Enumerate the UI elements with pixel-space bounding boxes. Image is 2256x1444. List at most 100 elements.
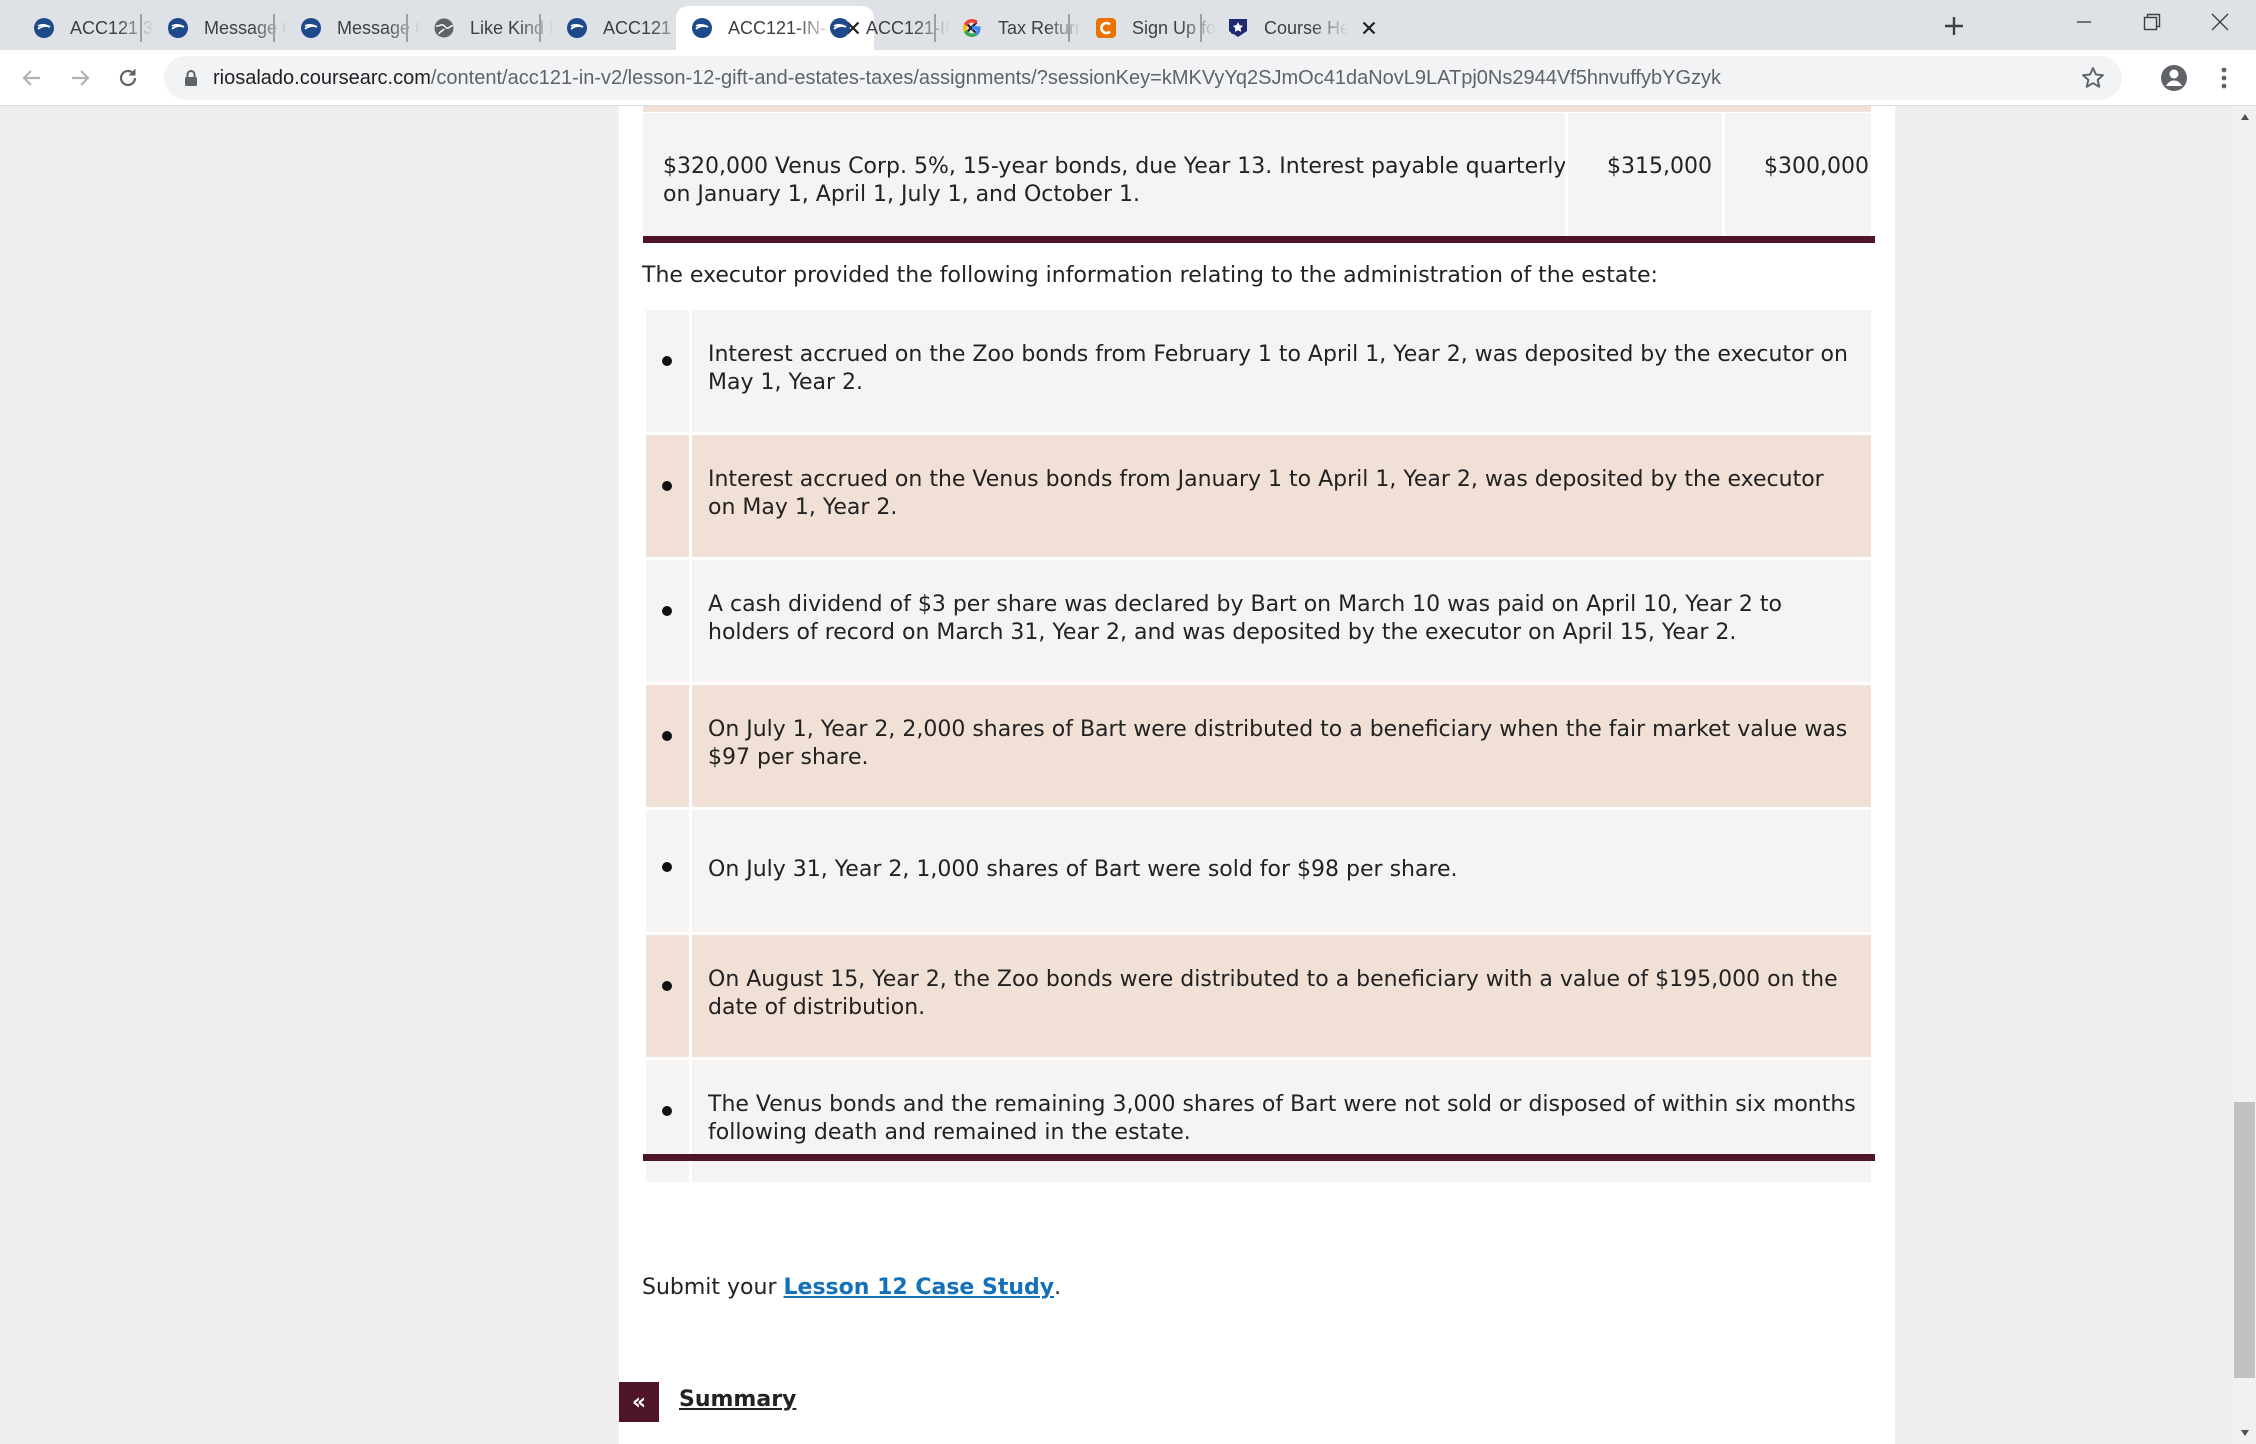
list-item-text: On July 1, Year 2, 2,000 shares of Bart …: [708, 717, 1848, 770]
list-item-text: Interest accrued on the Venus bonds from…: [708, 467, 1824, 520]
profile-button[interactable]: [2156, 60, 2192, 96]
menu-button[interactable]: [2206, 60, 2242, 96]
list-item-text: The Venus bonds and the remaining 3,000 …: [708, 1092, 1856, 1145]
bullet-icon: [662, 356, 672, 366]
bond-description: $320,000 Venus Corp. 5%, 15-year bonds, …: [663, 154, 1567, 207]
bullet-cell: [646, 810, 692, 932]
tab-label: ACC121-IN-: [866, 17, 950, 39]
course-swirl-icon: [828, 16, 852, 40]
course-swirl-icon: [166, 16, 190, 40]
page-viewport: $320,000 Venus Corp. 5%, 15-year bonds, …: [0, 106, 2233, 1444]
case-study-link[interactable]: Lesson 12 Case Study: [784, 1275, 1055, 1300]
intro-paragraph: The executor provided the following info…: [642, 263, 1658, 288]
arrow-right-icon: [72, 70, 90, 86]
arrow-left-icon: [22, 70, 40, 86]
kebab-menu-icon: [2221, 67, 2227, 89]
google-icon: [960, 16, 984, 40]
list-item-text: On August 15, Year 2, the Zoo bonds were…: [708, 967, 1838, 1020]
tab-strip: ACC121 326 Message Ce Message Ce Like Kind …: [0, 0, 2256, 50]
list-item-text: A cash dividend of $3 per share was decl…: [708, 592, 1782, 645]
bullet-icon: [662, 862, 672, 872]
list-bottom-rule: [643, 1154, 1875, 1161]
submit-prefix: Submit your: [642, 1275, 784, 1300]
url-text: riosalado.coursearc.com/content/acc121-i…: [213, 56, 1721, 100]
prev-page-button[interactable]: «: [619, 1382, 659, 1422]
prev-page-link[interactable]: Summary: [679, 1386, 796, 1414]
submit-paragraph: Submit your Lesson 12 Case Study.: [642, 1274, 1061, 1302]
scroll-up-arrow[interactable]: [2233, 108, 2256, 126]
submit-suffix: .: [1054, 1275, 1062, 1300]
list-item-text: Interest accrued on the Zoo bonds from F…: [708, 342, 1848, 395]
plus-icon: [1945, 17, 1963, 35]
column-divider: [1722, 113, 1725, 241]
table-bottom-rule: [643, 236, 1875, 243]
tab-label: Message Ce: [204, 17, 288, 39]
course-swirl-icon: [32, 16, 56, 40]
triangle-up-icon: [2240, 114, 2249, 120]
minimize-icon: [2077, 21, 2091, 23]
tab-separator: [539, 14, 541, 42]
tab-label: ACC121 326: [603, 17, 687, 39]
list-item-text: On July 31, Year 2, 1,000 shares of Bart…: [708, 857, 1458, 882]
url-host: riosalado.coursearc.com: [213, 67, 431, 89]
url-path: /content/acc121-in-v2/lesson-12-gift-and…: [430, 67, 1722, 89]
course-swirl-icon: [565, 16, 589, 40]
scroll-down-arrow[interactable]: [2233, 1424, 2256, 1442]
bullet-icon: [662, 606, 672, 616]
bond-value-2: $300,000: [1764, 154, 1869, 179]
restore-button[interactable]: [2118, 0, 2186, 44]
lock-icon: [185, 70, 197, 86]
vertical-scrollbar[interactable]: [2233, 106, 2256, 1444]
list-item: The Venus bonds and the remaining 3,000 …: [646, 1060, 1871, 1182]
tab-label: Like Kind Ex: [470, 17, 554, 39]
triangle-down-icon: [2240, 1430, 2249, 1436]
list-item: Interest accrued on the Venus bonds from…: [646, 435, 1871, 557]
content-column: $320,000 Venus Corp. 5%, 15-year bonds, …: [619, 106, 1895, 1444]
bond-value-1: $315,000: [1607, 154, 1712, 179]
tab-separator: [273, 14, 275, 42]
list-item: On August 15, Year 2, the Zoo bonds were…: [646, 935, 1871, 1057]
restore-icon: [2143, 13, 2161, 31]
scrollbar-thumb[interactable]: [2234, 1102, 2255, 1378]
browser-tab[interactable]: Course Her: [1210, 6, 1390, 50]
tab-separator: [1068, 14, 1070, 42]
list-item: A cash dividend of $3 per share was decl…: [646, 560, 1871, 682]
bullet-cell: [646, 310, 692, 432]
bullet-icon: [662, 481, 672, 491]
tab-close-icon[interactable]: [1356, 15, 1382, 41]
close-window-button[interactable]: [2186, 0, 2254, 44]
column-divider: [1565, 113, 1568, 241]
tab-label: Course Her: [1264, 17, 1348, 39]
reload-button[interactable]: [110, 60, 146, 96]
bullet-cell: [646, 935, 692, 1057]
tab-label: Sign Up for: [1132, 17, 1216, 39]
bullet-icon: [662, 1106, 672, 1116]
back-button[interactable]: [14, 60, 50, 96]
previous-table-row: [643, 106, 1871, 112]
bullet-icon: [662, 981, 672, 991]
bullet-icon: [662, 731, 672, 741]
course-swirl-icon: [299, 16, 323, 40]
list-item: Interest accrued on the Zoo bonds from F…: [646, 310, 1871, 432]
tab-label: Message Ce: [337, 17, 421, 39]
forward-button[interactable]: [62, 60, 98, 96]
coursehero-icon: [1226, 16, 1250, 40]
avatar-icon: [2161, 65, 2187, 91]
tab-separator: [934, 14, 936, 42]
bullet-cell: [646, 435, 692, 557]
list-item: On July 31, Year 2, 1,000 shares of Bart…: [646, 810, 1871, 932]
address-bar[interactable]: riosalado.coursearc.com/content/acc121-i…: [164, 56, 2122, 100]
browser-toolbar: riosalado.coursearc.com/content/acc121-i…: [0, 50, 2256, 106]
course-swirl-icon: [690, 16, 714, 40]
list-item: On July 1, Year 2, 2,000 shares of Bart …: [646, 685, 1871, 807]
star-icon[interactable]: [2080, 65, 2106, 91]
table-row: $320,000 Venus Corp. 5%, 15-year bonds, …: [643, 113, 1871, 241]
bullet-cell: [646, 1060, 692, 1182]
minimize-button[interactable]: [2050, 0, 2118, 44]
reload-icon: [119, 69, 137, 87]
bullet-cell: [646, 685, 692, 807]
new-tab-button[interactable]: [1938, 10, 1970, 42]
tab-separator: [140, 14, 142, 42]
close-icon: [2211, 13, 2229, 31]
chegg-icon: [1094, 16, 1118, 40]
